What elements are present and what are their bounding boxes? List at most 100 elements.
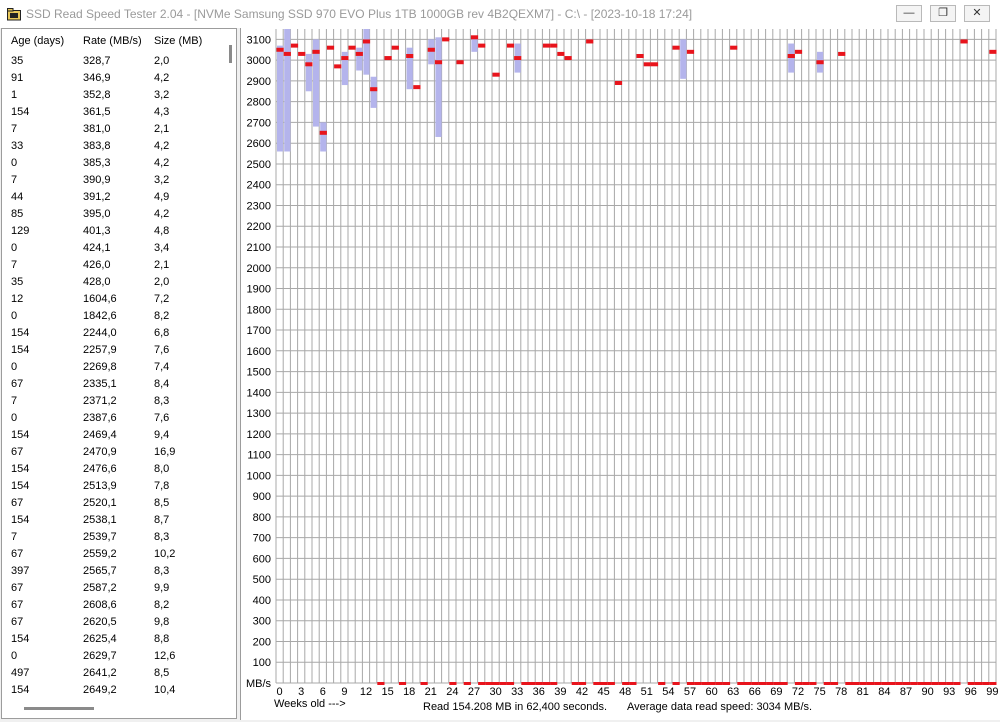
- mean-marker: [672, 45, 680, 50]
- zero-marker: [686, 682, 695, 685]
- x-tick-label: 15: [381, 686, 393, 698]
- zero-marker: [967, 682, 975, 685]
- list-row[interactable]: 7 390,9 3,2: [2, 172, 222, 189]
- y-tick-label: 2400: [247, 180, 271, 192]
- horizontal-scrollbar[interactable]: [24, 707, 94, 710]
- list-row[interactable]: 67 2608,6 8,2: [2, 597, 222, 614]
- list-row[interactable]: 154 2625,4 8,8: [2, 631, 222, 648]
- list-row[interactable]: 154 2469,4 9,4: [2, 427, 222, 444]
- list-row[interactable]: 0 385,3 4,2: [2, 155, 222, 172]
- cell-age: 67: [11, 548, 24, 560]
- list-row[interactable]: 154 2513,9 7,8: [2, 478, 222, 495]
- list-row[interactable]: 35 428,0 2,0: [2, 274, 222, 291]
- list-row[interactable]: 154 2538,1 8,7: [2, 512, 222, 529]
- list-row[interactable]: 7 2371,2 8,3: [2, 393, 222, 410]
- x-tick-label: 6: [320, 686, 326, 698]
- zero-marker: [571, 682, 579, 685]
- cell-rate: 381,0: [83, 123, 111, 135]
- cell-rate: 2565,7: [83, 565, 117, 577]
- cell-age: 67: [11, 616, 24, 628]
- x-tick-label: 21: [425, 686, 437, 698]
- list-row[interactable]: 35 328,7 2,0: [2, 53, 222, 70]
- list-row[interactable]: 85 395,0 4,2: [2, 206, 222, 223]
- cell-age: 154: [11, 344, 30, 356]
- cell-age: 44: [11, 191, 24, 203]
- list-row[interactable]: 154 361,5 4,3: [2, 104, 222, 121]
- mean-marker: [470, 35, 479, 40]
- y-tick-label: 700: [253, 533, 271, 545]
- cell-age: 497: [11, 667, 30, 679]
- list-row[interactable]: 154 2257,9 7,6: [2, 342, 222, 359]
- list-row[interactable]: 7 2539,7 8,3: [2, 529, 222, 546]
- mean-marker: [960, 39, 968, 44]
- zero-marker: [823, 682, 831, 685]
- list-row[interactable]: 12 1604,6 7,2: [2, 291, 222, 308]
- list-row[interactable]: 0 1842,6 8,2: [2, 308, 222, 325]
- range-bar: [363, 29, 370, 75]
- x-tick-label: 60: [705, 686, 717, 698]
- x-tick-label: 63: [727, 686, 739, 698]
- y-tick-label: 2900: [247, 76, 271, 88]
- range-bar: [370, 76, 377, 108]
- column-header-age[interactable]: Age (days): [11, 35, 64, 47]
- mean-marker: [341, 56, 349, 61]
- cell-rate: 361,5: [83, 106, 111, 118]
- list-row[interactable]: 33 383,8 4,2: [2, 138, 222, 155]
- list-row[interactable]: 397 2565,7 8,3: [2, 563, 222, 580]
- y-tick-label: 1700: [247, 325, 271, 337]
- cell-rate: 2587,2: [83, 582, 117, 594]
- list-row[interactable]: 67 2520,1 8,5: [2, 495, 222, 512]
- y-tick-label: 1300: [247, 408, 271, 420]
- list-row[interactable]: 0 2629,7 12,6: [2, 648, 222, 665]
- zero-marker: [492, 682, 500, 685]
- list-row[interactable]: 1 352,8 3,2: [2, 87, 222, 104]
- zero-marker: [866, 682, 875, 685]
- column-header-rate[interactable]: Rate (MB/s): [83, 35, 142, 47]
- range-bar: [277, 45, 284, 152]
- cell-rate: 391,2: [83, 191, 111, 203]
- range-bar: [680, 39, 687, 79]
- list-row[interactable]: 67 2587,2 9,9: [2, 580, 222, 597]
- list-row[interactable]: 154 2476,6 8,0: [2, 461, 222, 478]
- list-row[interactable]: 0 2269,8 7,4: [2, 359, 222, 376]
- list-row[interactable]: 0 424,1 3,4: [2, 240, 222, 257]
- y-tick-label: 3100: [247, 34, 271, 46]
- list-row[interactable]: 67 2620,5 9,8: [2, 614, 222, 631]
- list-row[interactable]: 497 2641,2 8,5: [2, 665, 222, 682]
- list-row[interactable]: 7 381,0 2,1: [2, 121, 222, 138]
- close-button[interactable]: ✕: [964, 5, 990, 22]
- zero-marker: [794, 682, 803, 685]
- list-row[interactable]: 91 346,9 4,2: [2, 70, 222, 87]
- zero-marker: [953, 682, 961, 685]
- window-title: SSD Read Speed Tester 2.04 - [NVMe Samsu…: [26, 7, 693, 21]
- cell-age: 0: [11, 412, 18, 424]
- column-header-size[interactable]: Size (MB): [154, 35, 202, 47]
- list-row[interactable]: 67 2470,9 16,9: [2, 444, 222, 461]
- mean-marker: [370, 87, 378, 92]
- cell-size: 7,6: [154, 412, 170, 424]
- zero-marker: [766, 682, 774, 685]
- minimize-button[interactable]: —: [896, 5, 922, 22]
- zero-marker: [744, 682, 752, 685]
- mean-marker: [794, 49, 803, 54]
- y-tick-label: 600: [253, 553, 271, 565]
- list-row[interactable]: 7 426,0 2,1: [2, 257, 222, 274]
- maximize-button[interactable]: ❐: [930, 5, 956, 22]
- y-axis-unit-label: MB/s: [246, 678, 272, 690]
- list-row[interactable]: 67 2335,1 8,4: [2, 376, 222, 393]
- results-list[interactable]: Age (days) Rate (MB/s) Size (MB) 35 328,7…: [1, 28, 237, 719]
- vertical-scrollbar[interactable]: [229, 45, 232, 63]
- list-row[interactable]: 0 2387,6 7,6: [2, 410, 222, 427]
- mean-marker: [614, 80, 623, 85]
- zero-marker: [989, 682, 997, 685]
- cell-age: 85: [11, 208, 24, 220]
- list-row[interactable]: 67 2559,2 10,2: [2, 546, 222, 563]
- mean-marker: [391, 45, 399, 50]
- zero-marker: [499, 682, 507, 685]
- range-bar: [788, 43, 795, 73]
- list-row[interactable]: 129 401,3 4,8: [2, 223, 222, 240]
- list-row[interactable]: 154 2244,0 6,8: [2, 325, 222, 342]
- list-row[interactable]: 44 391,2 4,9: [2, 189, 222, 206]
- list-row[interactable]: 154 2649,2 10,4: [2, 682, 222, 699]
- y-tick-label: 800: [253, 512, 271, 524]
